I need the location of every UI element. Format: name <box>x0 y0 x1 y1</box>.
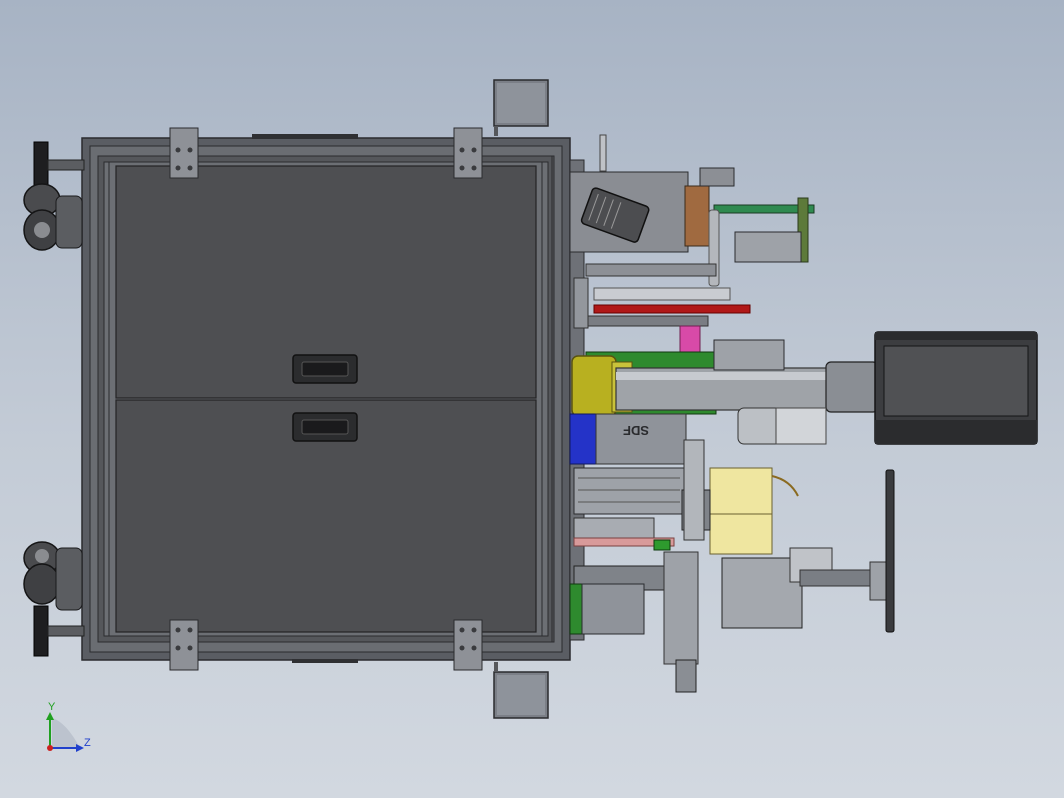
handle-icon[interactable] <box>292 354 358 384</box>
model-marking: SDF <box>623 423 649 438</box>
mount-plate-bottom <box>493 662 549 719</box>
motor-icon <box>874 331 1038 445</box>
cabinet-frame[interactable] <box>81 134 571 663</box>
coordinate-triad-icon <box>46 712 84 752</box>
caster-wheel-icon <box>23 141 85 251</box>
caster-wheel-icon <box>23 541 85 657</box>
mount-plate-top <box>493 79 549 136</box>
cad-viewport[interactable]: SDF Y Z <box>0 0 1064 798</box>
handle-icon[interactable] <box>292 412 358 442</box>
triad-y-label: Y <box>48 701 56 713</box>
handwheel-icon[interactable] <box>885 469 895 633</box>
triad-z-label: Z <box>84 737 91 749</box>
mechanism-assembly[interactable]: SDF <box>569 134 1038 693</box>
